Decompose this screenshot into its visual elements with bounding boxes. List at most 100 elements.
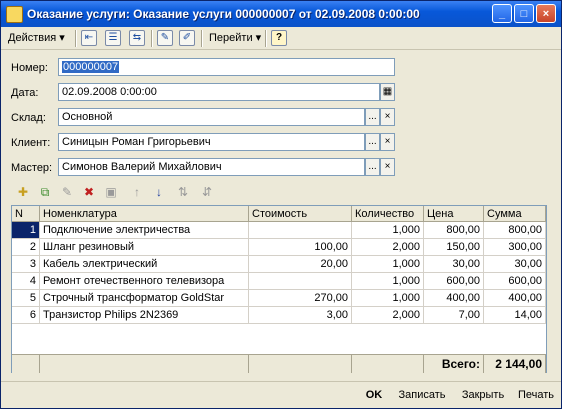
close-window-button[interactable]: ×	[536, 4, 556, 23]
row-number[interactable]: 2	[12, 239, 40, 256]
actions-menu[interactable]: Действия ▾	[5, 29, 68, 47]
client-field[interactable]: Синицын Роман Григорьевич	[58, 133, 365, 151]
cost-cell[interactable]	[249, 273, 352, 290]
column-header-price[interactable]: Цена	[424, 206, 484, 222]
column-header-n[interactable]: N	[12, 206, 40, 222]
nomenclature-cell[interactable]: Транзистор Philips 2N2369	[40, 307, 249, 324]
table-row[interactable]: 2 Шланг резиновый 100,00 2,000 150,00 300,00	[12, 239, 546, 256]
column-header-sum[interactable]: Сумма	[484, 206, 546, 222]
total-label: Всего:	[424, 355, 484, 373]
client-select-button[interactable]: ...	[365, 133, 380, 151]
quantity-cell[interactable]: 1,000	[352, 256, 424, 273]
cost-cell[interactable]: 270,00	[249, 290, 352, 307]
post-document-icon[interactable]: ✎	[157, 30, 173, 46]
table-row[interactable]: 5 Строчный трансформатор GoldStar 270,00 1,…	[12, 290, 546, 307]
end-edit-icon[interactable]: ▣	[103, 184, 119, 200]
client-label: Клиент:	[11, 137, 51, 149]
row-number[interactable]: 4	[12, 273, 40, 290]
nomenclature-cell[interactable]: Ремонт отечественного телевизора	[40, 273, 249, 290]
cost-cell[interactable]: 100,00	[249, 239, 352, 256]
nomenclature-cell[interactable]: Шланг резиновый	[40, 239, 249, 256]
table-row[interactable]: 4 Ремонт отечественного телевизора 1,000 60…	[12, 273, 546, 290]
add-row-icon[interactable]: ✚	[15, 184, 31, 200]
minimize-button[interactable]: _	[492, 4, 512, 23]
document-movements-icon[interactable]: ☰	[105, 30, 121, 46]
sum-cell[interactable]: 600,00	[484, 273, 546, 290]
price-cell[interactable]: 7,00	[424, 307, 484, 324]
price-cell[interactable]: 150,00	[424, 239, 484, 256]
title-bar[interactable]: Оказание услуги: Оказание услуги 0000000…	[1, 1, 561, 27]
quantity-cell[interactable]: 1,000	[352, 222, 424, 239]
total-value: 2 144,00	[484, 355, 546, 373]
items-table[interactable]: N Номенклатура Стоимость Количество Цена…	[11, 205, 547, 373]
goto-menu[interactable]: Перейти ▾	[206, 29, 264, 47]
print-button[interactable]: Печать	[514, 386, 558, 404]
quantity-cell[interactable]: 1,000	[352, 290, 424, 307]
sum-cell[interactable]: 400,00	[484, 290, 546, 307]
client-clear-icon[interactable]: ×	[380, 133, 395, 151]
help-icon[interactable]: ?	[271, 30, 287, 46]
edit-row-icon[interactable]: ✎	[59, 184, 75, 200]
save-button[interactable]: Записать	[393, 386, 451, 404]
refresh-icon[interactable]: ⇆	[129, 30, 145, 46]
number-field[interactable]: 000000007	[58, 58, 395, 76]
column-header-nomenclature[interactable]: Номенклатура	[40, 206, 249, 222]
quantity-cell[interactable]: 1,000	[352, 273, 424, 290]
nomenclature-cell[interactable]: Строчный трансформатор GoldStar	[40, 290, 249, 307]
master-clear-icon[interactable]: ×	[380, 158, 395, 176]
unpost-document-icon[interactable]: ✐	[179, 30, 195, 46]
table-row[interactable]: 3 Кабель электрический 20,00 1,000 30,00 30,0…	[12, 256, 546, 273]
sort-ascending-icon[interactable]: ⇅	[175, 184, 191, 200]
footer-cell	[12, 355, 40, 373]
toolbar-separator	[151, 30, 153, 47]
move-up-icon[interactable]: ↑	[129, 184, 145, 200]
master-field[interactable]: Симонов Валерий Михайлович	[58, 158, 365, 176]
copy-row-icon[interactable]: ⧉	[37, 184, 53, 200]
sum-cell[interactable]: 30,00	[484, 256, 546, 273]
sum-cell[interactable]: 800,00	[484, 222, 546, 239]
quantity-cell[interactable]: 2,000	[352, 307, 424, 324]
nomenclature-cell[interactable]: Кабель электрический	[40, 256, 249, 273]
cost-cell[interactable]: 20,00	[249, 256, 352, 273]
warehouse-field[interactable]: Основной	[58, 108, 365, 126]
price-cell[interactable]: 30,00	[424, 256, 484, 273]
warehouse-select-button[interactable]: ...	[365, 108, 380, 126]
calendar-icon[interactable]: ▦	[380, 83, 395, 101]
nomenclature-cell[interactable]: Подключение электричества	[40, 222, 249, 239]
document-window: Оказание услуги: Оказание услуги 0000000…	[0, 0, 562, 409]
sort-descending-icon[interactable]: ⇵	[199, 184, 215, 200]
price-cell[interactable]: 400,00	[424, 290, 484, 307]
footer-cell	[352, 355, 424, 373]
sum-cell[interactable]: 14,00	[484, 307, 546, 324]
maximize-button[interactable]: □	[514, 4, 534, 23]
delete-row-icon[interactable]: ✖	[81, 184, 97, 200]
table-row[interactable]: 6 Транзистор Philips 2N2369 3,00 2,000 7,00 1…	[12, 307, 546, 324]
toolbar-separator	[201, 30, 203, 47]
bottom-button-bar: OK Записать Закрыть Печать	[1, 381, 561, 408]
column-header-cost[interactable]: Стоимость	[249, 206, 352, 222]
chevron-down-icon: ▾	[59, 32, 65, 44]
goto-menu-label: Перейти	[209, 32, 253, 44]
ok-button[interactable]: OK	[359, 386, 389, 404]
price-cell[interactable]: 600,00	[424, 273, 484, 290]
quantity-cell[interactable]: 2,000	[352, 239, 424, 256]
warehouse-clear-icon[interactable]: ×	[380, 108, 395, 126]
row-number[interactable]: 5	[12, 290, 40, 307]
table-footer: Всего: 2 144,00	[12, 354, 546, 373]
move-down-icon[interactable]: ↓	[151, 184, 167, 200]
chevron-down-icon: ▾	[255, 32, 262, 44]
master-select-button[interactable]: ...	[365, 158, 380, 176]
toolbar-separator	[265, 30, 267, 47]
back-arrow-icon[interactable]: ⇤	[81, 30, 97, 46]
price-cell[interactable]: 800,00	[424, 222, 484, 239]
cost-cell[interactable]	[249, 222, 352, 239]
cost-cell[interactable]: 3,00	[249, 307, 352, 324]
table-row[interactable]: 1 Подключение электричества 1,000 800,00 800…	[12, 222, 546, 239]
date-field[interactable]: 02.09.2008 0:00:00	[58, 83, 380, 101]
column-header-quantity[interactable]: Количество	[352, 206, 424, 222]
row-number[interactable]: 3	[12, 256, 40, 273]
row-number[interactable]: 1	[12, 222, 40, 239]
row-number[interactable]: 6	[12, 307, 40, 324]
sum-cell[interactable]: 300,00	[484, 239, 546, 256]
close-button[interactable]: Закрыть	[455, 386, 511, 404]
